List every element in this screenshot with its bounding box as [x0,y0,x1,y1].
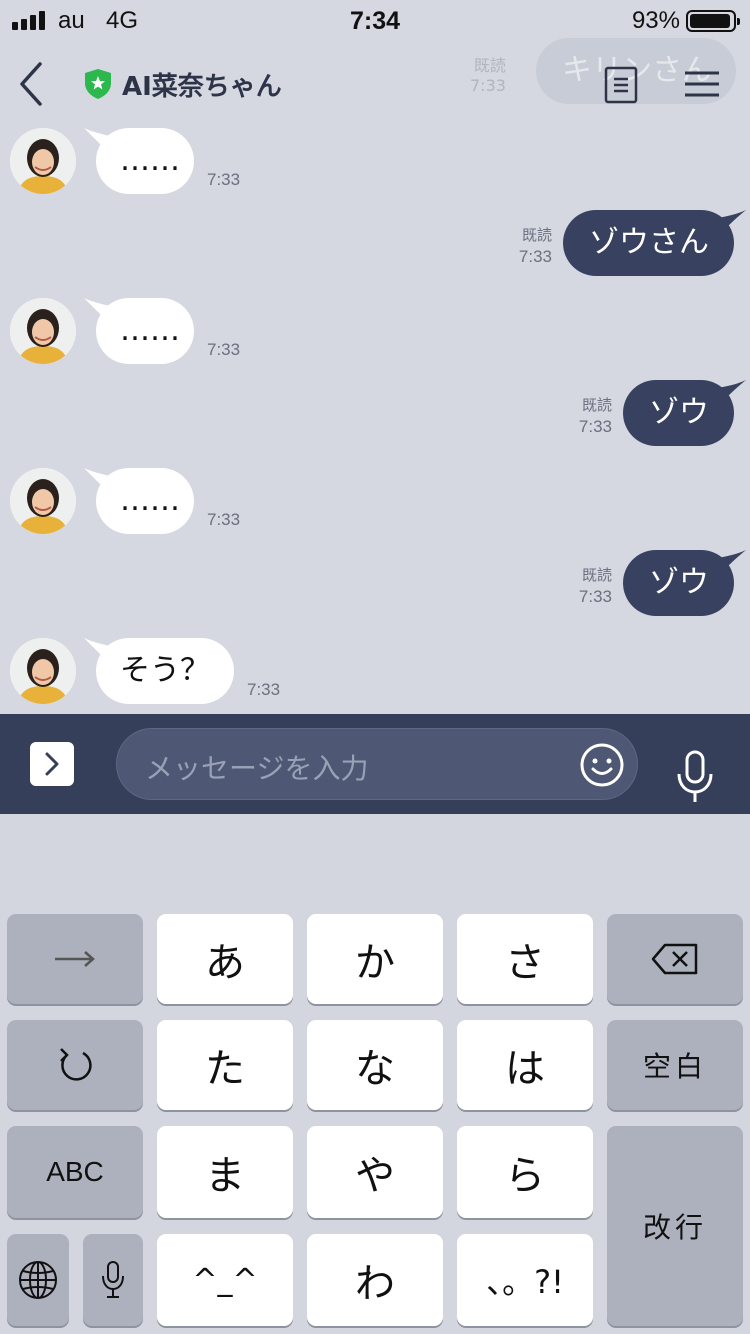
back-chevron-icon[interactable] [16,60,50,108]
arrow-right-icon [55,951,95,967]
expand-button[interactable] [30,742,74,786]
message-row: 既読 7:33 ゾウさん [0,208,750,278]
message-input[interactable]: メッセージを入力 [116,728,638,800]
key-ka[interactable]: か [307,914,443,1004]
backspace-key[interactable] [607,914,743,1004]
expand-arrow-icon [45,752,59,776]
key-ra[interactable]: ら [457,1126,593,1218]
chat-message-list[interactable]: …… 7:33 既読 7:33 ゾウさん …… 7:33 既読 7:33 ゾウ … [0,120,750,714]
key-na[interactable]: な [307,1020,443,1110]
ghost-read-receipt: 既読 7:33 [470,56,506,95]
message-time: 7:33 [207,510,241,529]
key-sa[interactable]: さ [457,914,593,1004]
message-bubble-incoming[interactable]: …… [96,468,194,534]
message-bubble-incoming[interactable]: そう？ [96,638,234,704]
microphone-icon [102,1261,124,1298]
message-row: そう？ 7:33 [0,636,750,706]
message-row: 既読 7:33 ゾウ [0,378,750,448]
emoji-icon[interactable] [579,742,625,788]
undo-icon [60,1048,92,1081]
message-bubble-outgoing[interactable]: ゾウさん [563,210,734,276]
battery-percent: 93% [631,7,680,34]
key-ya[interactable]: や [307,1126,443,1218]
menu-icon[interactable] [684,70,720,98]
message-time: 7:33 [207,170,241,189]
key-punctuation[interactable]: 、。?! [457,1234,593,1326]
avatar[interactable] [10,468,76,534]
message-input-bar: メッセージを入力 [0,714,750,814]
message-bubble-outgoing[interactable]: ゾウ [623,380,734,446]
space-key[interactable]: 空白 [607,1020,743,1110]
message-row: …… 7:33 [0,296,750,366]
message-time: 7:33 [207,340,241,359]
message-input-placeholder: メッセージを入力 [145,752,369,785]
message-row: …… 7:33 [0,466,750,536]
enter-key[interactable]: 改行 [607,1126,743,1326]
read-receipt: 既読 7:33 [518,227,552,266]
shield-star-icon [85,69,111,99]
arrow-right-key[interactable] [7,914,143,1004]
dictation-key[interactable] [83,1234,143,1326]
key-emoticon[interactable]: ^_^ [157,1234,293,1326]
chat-title-group[interactable]: AI菜奈ちゃん [84,66,282,102]
message-row: 既読 7:33 ゾウ [0,548,750,618]
avatar[interactable] [10,128,76,194]
globe-icon [19,1261,57,1299]
message-bubble-incoming[interactable]: …… [96,128,194,194]
read-receipt: 既読 7:33 [578,567,612,606]
chat-header: 既読 7:33 キリンさん AI菜奈ちゃん [0,38,750,120]
key-a[interactable]: あ [157,914,293,1004]
chat-title: AI菜奈ちゃん [122,71,282,102]
globe-key[interactable] [7,1234,69,1326]
microphone-icon[interactable] [676,750,714,804]
key-wa[interactable]: わ [307,1234,443,1326]
message-row: …… 7:33 [0,126,750,196]
avatar[interactable] [10,298,76,364]
message-bubble-outgoing[interactable]: ゾウ [623,550,734,616]
key-ta[interactable]: た [157,1020,293,1110]
key-ma[interactable]: ま [157,1126,293,1218]
message-bubble-incoming[interactable]: …… [96,298,194,364]
notes-icon[interactable] [604,66,638,104]
status-bar: au 4G 7:34 93% [0,0,750,42]
key-ha[interactable]: は [457,1020,593,1110]
read-receipt: 既読 7:33 [578,397,612,436]
message-time: 7:33 [247,680,281,699]
battery-icon [686,10,740,32]
backspace-icon [651,943,698,975]
keyboard: あ か さ た な は 空白 ABC ま や ら 改行 ^_^ わ 、。?! [0,814,750,1334]
avatar[interactable] [10,638,76,704]
abc-key[interactable]: ABC [7,1126,143,1218]
undo-key[interactable] [7,1020,143,1110]
